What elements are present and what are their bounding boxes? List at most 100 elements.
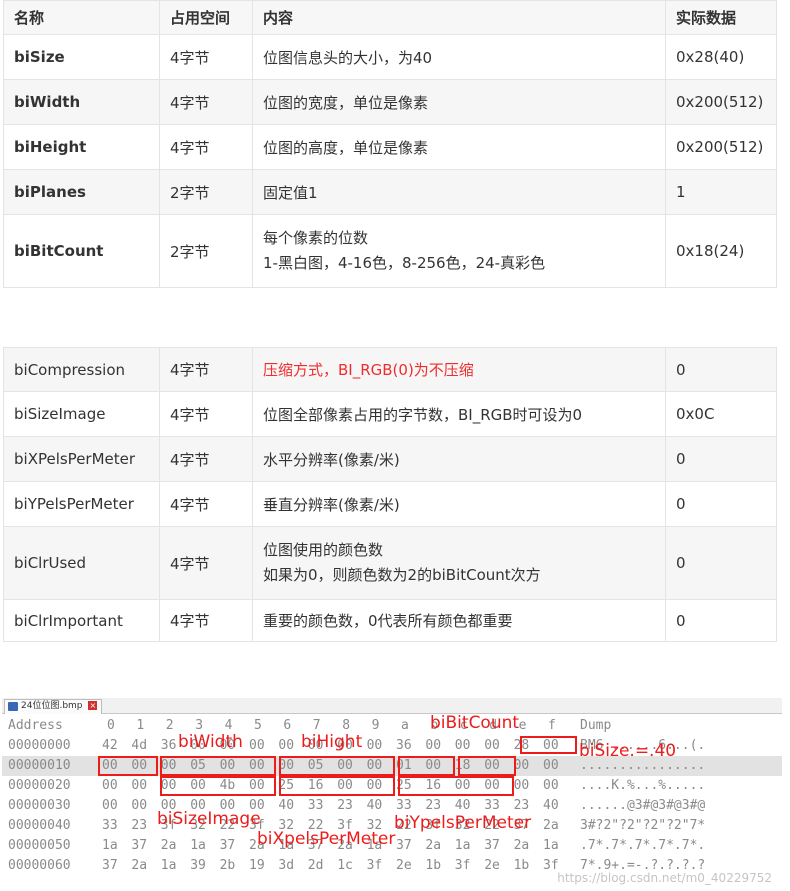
field-value: 0 — [665, 599, 777, 642]
annotation-label: biSizeImage — [157, 809, 261, 829]
hex-byte[interactable]: 00 — [102, 776, 118, 796]
field-name: biCompression — [3, 347, 160, 392]
hex-byte[interactable]: 37 — [396, 836, 412, 856]
file-tab[interactable]: 24位位图.bmp × — [4, 699, 103, 714]
highlight-box — [98, 756, 158, 776]
hex-byte[interactable]: 19 — [249, 856, 265, 876]
hex-byte[interactable]: 1b — [514, 856, 530, 876]
hex-byte[interactable]: 3f — [367, 856, 383, 876]
field-name: biYPelsPerMeter — [3, 481, 160, 527]
content-line: 如果为0，则颜色数为2的biBitCount次方 — [263, 566, 541, 584]
address-cell: 00000040 — [8, 818, 71, 833]
hex-byte[interactable]: 40 — [543, 796, 559, 816]
table-row: biClrImportant 4字节 重要的颜色数，0代表所有颜色都重要 0 — [3, 599, 777, 642]
close-icon[interactable]: × — [88, 701, 98, 710]
hex-byte[interactable]: 00 — [543, 776, 559, 796]
header-content: 内容 — [252, 0, 666, 35]
hex-header-row: Address 0 1 2 3 4 5 6 7 8 9 a b c d e f Dump — [2, 716, 782, 736]
hex-byte[interactable]: 00 — [484, 736, 500, 756]
field-name: biXPelsPerMeter — [3, 436, 160, 482]
hex-byte[interactable]: 1a — [161, 856, 177, 876]
table-row: biClrUsed 4字节 位图使用的颜色数 如果为0，则颜色数为2的biBit… — [3, 526, 777, 600]
column-header: a — [401, 718, 409, 733]
hex-byte[interactable]: 2a — [514, 836, 530, 856]
hex-byte[interactable]: 36 — [161, 736, 177, 756]
hex-byte[interactable]: 39 — [190, 856, 206, 876]
field-content: 位图信息头的大小，为40 — [252, 34, 666, 80]
hex-byte[interactable]: 33 — [102, 816, 118, 836]
hex-byte[interactable]: 23 — [131, 816, 147, 836]
hex-byte[interactable]: 00 — [102, 796, 118, 816]
hex-byte[interactable]: 1a — [190, 836, 206, 856]
hex-byte[interactable]: 00 — [455, 736, 471, 756]
hex-byte[interactable]: 2a — [425, 836, 441, 856]
field-value: 0 — [665, 481, 777, 527]
hex-byte[interactable]: 2a — [543, 816, 559, 836]
hex-byte[interactable]: 42 — [102, 736, 118, 756]
field-value: 0x200(512) — [665, 79, 777, 125]
field-value: 0x18(24) — [665, 214, 777, 288]
highlight-box — [160, 776, 276, 796]
address-cell: 00000020 — [8, 778, 71, 793]
hex-byte[interactable]: 1b — [425, 856, 441, 876]
hex-byte[interactable]: 33 — [308, 796, 324, 816]
field-name: biWidth — [3, 79, 160, 125]
field-value: 0x28(40) — [665, 34, 777, 80]
table-row: biSizeImage 4字节 位图全部像素占用的字节数，BI_RGB时可设为0… — [3, 391, 777, 437]
annotation-label: biHight — [301, 732, 363, 752]
field-size: 4字节 — [159, 481, 253, 527]
annotation-label: biSize.=.40 — [579, 741, 677, 761]
hex-byte[interactable]: 4d — [131, 736, 147, 756]
hex-byte[interactable]: 23 — [337, 796, 353, 816]
hex-byte[interactable]: 00 — [425, 736, 441, 756]
highlight-box — [458, 756, 516, 776]
hex-byte[interactable]: 1a — [102, 836, 118, 856]
table-row: biSize 4字节 位图信息头的大小，为40 0x28(40) — [3, 34, 777, 80]
hex-byte[interactable]: 00 — [131, 796, 147, 816]
hex-editor: 24位位图.bmp × Address 0 1 2 3 4 5 6 7 8 9 a b c d e f Dump 0… — [2, 698, 782, 891]
hex-byte[interactable]: 2b — [220, 856, 236, 876]
hex-byte[interactable]: 2a — [131, 856, 147, 876]
hex-byte[interactable]: 00 — [278, 736, 294, 756]
hex-byte[interactable]: 00 — [543, 756, 559, 776]
hex-byte[interactable]: 36 — [396, 736, 412, 756]
ascii-dump: Dump — [580, 718, 612, 733]
hex-byte[interactable]: 2a — [161, 836, 177, 856]
field-value: 0 — [665, 347, 777, 392]
ascii-dump: ......@3#@3#@3#@ — [580, 798, 706, 813]
field-name: biSize — [3, 34, 160, 80]
ascii-dump: .7*.7*.7*.7*.7*. — [580, 838, 706, 853]
file-tab-label: 24位位图.bmp — [21, 701, 83, 711]
hex-byte[interactable]: 1c — [337, 856, 353, 876]
hex-byte[interactable]: 1a — [543, 836, 559, 856]
annotation-label: biXpelsPerMeter — [257, 829, 396, 849]
hex-byte[interactable]: 40 — [367, 796, 383, 816]
hex-byte[interactable]: 2e — [484, 856, 500, 876]
hex-byte[interactable]: 3d — [278, 856, 294, 876]
hex-byte[interactable]: 2e — [396, 856, 412, 876]
field-name: biHeight — [3, 124, 160, 170]
header-value: 实际数据 — [665, 0, 777, 35]
field-size: 4字节 — [159, 599, 253, 642]
bitmap-info-header-table-1: 名称 占用空间 内容 实际数据 biSize 4字节 位图信息头的大小，为40 … — [3, 0, 777, 288]
field-size: 4字节 — [159, 347, 253, 392]
hex-byte[interactable]: 40 — [278, 796, 294, 816]
hex-byte[interactable]: 3f — [455, 856, 471, 876]
hex-byte[interactable]: 37 — [102, 856, 118, 876]
address-cell: 00000000 — [8, 738, 71, 753]
table-row: biWidth 4字节 位图的宽度，单位是像素 0x200(512) — [3, 79, 777, 125]
hex-byte[interactable]: 37 — [484, 836, 500, 856]
annotation-label: biBitCount — [430, 713, 520, 733]
hex-byte[interactable]: 00 — [367, 736, 383, 756]
hex-byte[interactable]: 00 — [514, 776, 530, 796]
field-content: 位图全部像素占用的字节数，BI_RGB时可设为0 — [252, 391, 666, 437]
field-value: 1 — [665, 169, 777, 215]
hex-byte[interactable]: 1a — [455, 836, 471, 856]
table-row: biHeight 4字节 位图的高度，单位是像素 0x200(512) — [3, 124, 777, 170]
field-name: biPlanes — [3, 169, 160, 215]
hex-byte[interactable]: 00 — [131, 776, 147, 796]
hex-byte[interactable]: 2d — [308, 856, 324, 876]
hex-byte[interactable]: 00 — [249, 736, 265, 756]
hex-byte[interactable]: 37 — [131, 836, 147, 856]
hex-byte[interactable]: 37 — [220, 836, 236, 856]
